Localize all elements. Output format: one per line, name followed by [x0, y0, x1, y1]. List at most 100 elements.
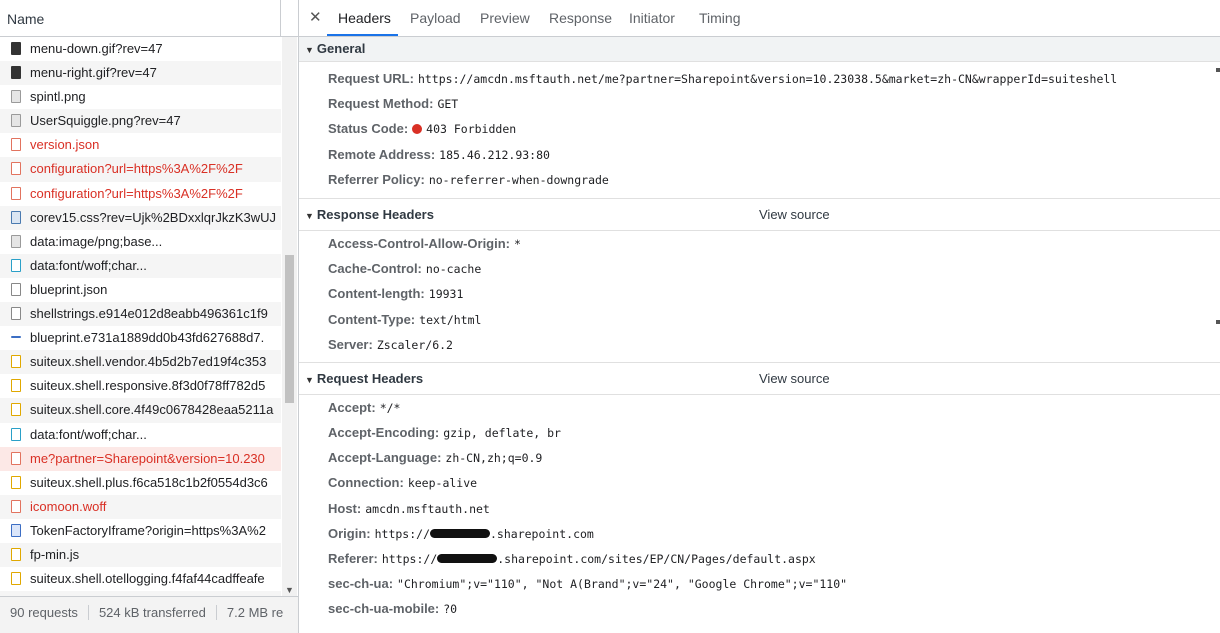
tab-initiator[interactable]: Initiator — [629, 10, 675, 26]
tab-headers[interactable]: Headers — [338, 10, 391, 26]
header-value-prefix: https:// — [374, 526, 430, 541]
header-value-prefix: https:// — [381, 552, 438, 566]
generic-file-icon — [11, 282, 21, 296]
response-view-source-link[interactable]: View source — [759, 199, 830, 230]
response-headers-section-header[interactable]: ▼ Response Headers View source — [299, 197, 1220, 231]
header-name: Remote Address: — [328, 146, 436, 162]
header-value: */* — [379, 400, 401, 415]
header-value: "Chromium";v="110", "Not A(Brand";v="24"… — [397, 577, 848, 592]
request-list-scrollbar[interactable]: ▼ — [282, 37, 297, 597]
header-name: sec-ch-ua-mobile: — [328, 601, 440, 617]
js-file-icon — [11, 451, 21, 465]
request-row[interactable]: menu-right.gif?rev=47 — [0, 61, 281, 86]
request-headers-section-header[interactable]: ▼ Request Headers View source — [299, 361, 1220, 395]
request-name: spintl.png — [30, 89, 86, 105]
collapse-triangle-icon: ▼ — [305, 210, 314, 221]
request-row[interactable]: me?partner=Sharepoint&version=10.230 — [0, 446, 281, 471]
request-header-row: sec-ch-ua: "Chromium";v="110", "Not A(Bra… — [299, 571, 1220, 596]
resize-handle-icon[interactable] — [1216, 68, 1220, 72]
general-field-row: Referrer Policy: no-referrer-when-downgra… — [299, 167, 1220, 192]
request-header-row: Connection: keep-alive — [299, 470, 1220, 495]
request-row[interactable]: configuration?url=https%3A%2F%2F — [0, 157, 281, 182]
header-value: Zscaler/6.2 — [376, 337, 453, 352]
request-row[interactable]: icomoon.woff — [0, 494, 281, 519]
tab-preview[interactable]: Preview — [480, 10, 530, 26]
request-row[interactable]: suiteux.shell.responsive.8f3d0f78ff782d5 — [0, 374, 281, 398]
scrollbar-thumb[interactable] — [285, 255, 294, 403]
request-name: blueprint.json — [30, 281, 108, 297]
header-name: Accept-Language: — [328, 450, 442, 466]
request-header-row: Accept-Language: zh-CN,zh;q=0.9 — [299, 445, 1220, 470]
request-name: TokenFactoryIframe?origin=https%3A%2 — [30, 522, 266, 538]
request-row[interactable]: suiteux.shell.vendor.4b5d2b7ed19f4c353 — [0, 350, 281, 375]
request-list: menu-down.gif?rev=47 menu-right.gif?rev=4… — [0, 37, 281, 597]
tab-payload[interactable]: Payload — [410, 10, 461, 26]
request-name: version.json — [30, 137, 100, 153]
request-row[interactable]: corev15.css?rev=Ujk%2BDxxlqrJkzK3wUJ — [0, 205, 281, 230]
font-file-icon — [11, 499, 21, 513]
header-name: Origin: — [328, 525, 371, 541]
general-field-row: Request URL: https://amcdn.msftauth.net/m… — [299, 66, 1220, 91]
request-row[interactable]: data:image/png;base... — [0, 230, 281, 254]
request-row[interactable]: version.json — [0, 133, 281, 157]
request-header-row: sec-ch-ua-mobile: ?0 — [299, 596, 1220, 621]
request-row[interactable]: UserSquiggle.png?rev=47 — [0, 109, 281, 134]
request-row[interactable]: spintl.png — [0, 85, 281, 109]
request-row[interactable]: data:font/woff;char... — [0, 423, 281, 447]
request-headers-title: Request Headers — [316, 370, 424, 386]
response-header-row: Access-Control-Allow-Origin: * — [299, 231, 1220, 256]
header-value: text/html — [419, 312, 482, 327]
request-name: menu-down.gif?rev=47 — [30, 41, 163, 56]
request-name: data:font/woff;char... — [30, 426, 147, 442]
header-name: Accept: — [328, 399, 376, 415]
resize-handle-icon[interactable] — [1216, 320, 1220, 324]
request-name: fp-min.js — [30, 546, 80, 562]
tab-timing[interactable]: Timing — [699, 10, 741, 26]
generic-file-icon — [11, 162, 21, 176]
redaction-mark — [430, 528, 490, 538]
response-headers-title: Response Headers — [316, 206, 434, 222]
request-row[interactable]: shellstrings.e914e012d8eabb496361c1f9 — [0, 302, 281, 327]
general-section-header[interactable]: ▼ General — [299, 37, 1220, 62]
status-error-icon — [412, 124, 423, 135]
request-name: suiteux.shell.responsive.8f3d0f78ff782d5 — [30, 378, 266, 394]
header-value: 19931 — [428, 287, 464, 302]
request-row[interactable]: data:font/woff;char... — [0, 253, 281, 278]
header-value: zh-CN,zh;q=0.9 — [445, 451, 543, 466]
close-details-icon[interactable]: ✕ — [309, 8, 322, 26]
img-file-icon — [11, 90, 21, 104]
js-file-icon — [11, 547, 21, 561]
request-row[interactable]: configuration?url=https%3A%2F%2F — [0, 182, 281, 206]
generic-file-icon — [11, 307, 21, 321]
request-name: shellstrings.e914e012d8eabb496361c1f9 — [30, 306, 268, 322]
general-field-row: Status Code: 403 Forbidden — [299, 116, 1220, 141]
redaction-mark — [437, 554, 498, 563]
request-row[interactable]: suiteux.shell.otellogging.f4faf44cadffea… — [0, 567, 281, 591]
gif-file-icon — [11, 66, 21, 80]
request-name: menu-right.gif?rev=47 — [30, 65, 157, 81]
request-row[interactable]: menu-down.gif?rev=47 — [0, 37, 281, 61]
js-file-icon — [11, 475, 21, 489]
js-file-icon — [11, 379, 21, 393]
request-header-row: Referer: https:// .sharepoint.com/sites/EP… — [299, 546, 1220, 571]
request-name: suiteux.shell.otellogging.f4faf44cadffea… — [30, 571, 265, 587]
scroll-down-arrow-icon[interactable]: ▼ — [285, 585, 294, 595]
request-row[interactable]: blueprint.e731a1889dd0b43fd627688d7. — [0, 326, 281, 350]
request-row[interactable]: fp-min.js — [0, 542, 281, 568]
request-row[interactable]: TokenFactoryIframe?origin=https%3A%2 — [0, 519, 281, 543]
name-column-header[interactable]: Name — [0, 0, 298, 37]
header-value: gzip, deflate, br — [443, 426, 561, 441]
request-row[interactable]: suiteux.shell.plus.f6ca518c1b2f0554d3c6 — [0, 471, 281, 495]
request-row[interactable]: blueprint.json — [0, 278, 281, 302]
header-name: Server: — [328, 336, 373, 352]
request-name: blueprint.e731a1889dd0b43fd627688d7. — [30, 330, 265, 346]
request-name: icomoon.woff — [30, 498, 107, 514]
css-file-icon — [11, 210, 21, 224]
request-header-row: Accept-Encoding: gzip, deflate, br — [299, 420, 1220, 445]
request-headers-section: Accept: */* Accept-Encoding: gzip, deflate,… — [299, 395, 1220, 622]
header-name: Referer: — [328, 551, 378, 566]
request-view-source-link[interactable]: View source — [759, 363, 830, 394]
tab-response[interactable]: Response — [549, 10, 612, 26]
header-name: Request URL: — [328, 71, 414, 86]
request-row[interactable]: suiteux.shell.core.4f49c0678428eaa5211a — [0, 398, 281, 423]
